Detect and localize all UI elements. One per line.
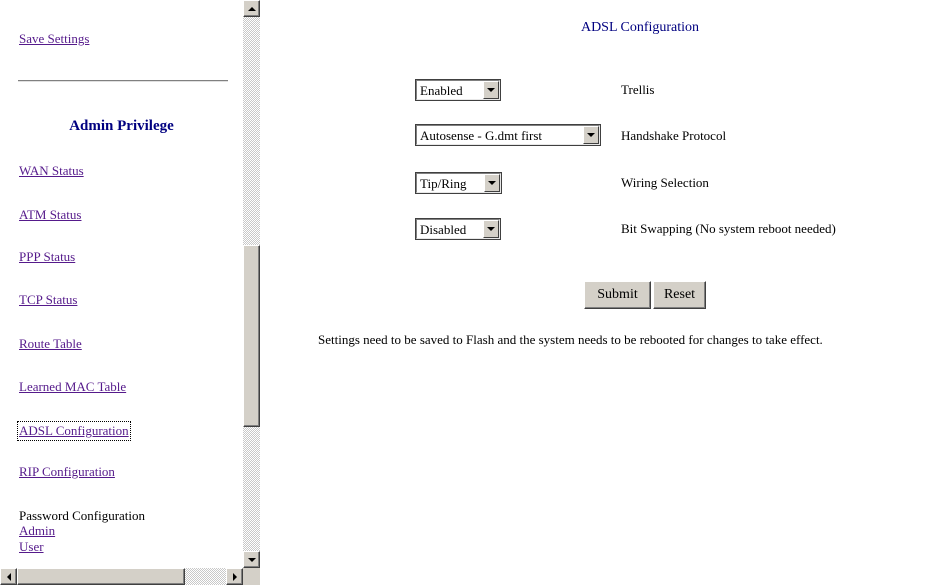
chevron-down-icon[interactable]: [484, 174, 500, 192]
password-admin-link[interactable]: Admin: [19, 523, 55, 539]
trellis-select[interactable]: Enabled: [415, 79, 501, 101]
sidebar-item-atm-status[interactable]: ATM Status: [19, 207, 81, 223]
bit-swapping-label: Bit Swapping (No system reboot needed): [621, 221, 836, 236]
sidebar-divider: [18, 80, 228, 82]
handshake-protocol-select[interactable]: Autosense - G.dmt first: [415, 124, 601, 146]
reset-button[interactable]: Reset: [653, 281, 706, 309]
scroll-down-button[interactable]: [243, 551, 260, 568]
sidebar-item-tcp-status[interactable]: TCP Status: [19, 292, 77, 308]
chevron-down-icon[interactable]: [583, 126, 599, 144]
wiring-selection-select-value: Tip/Ring: [420, 176, 467, 191]
page-title: ADSL Configuration: [580, 20, 700, 35]
admin-privilege-heading: Admin Privilege: [69, 118, 174, 134]
handshake-protocol-select-value: Autosense - G.dmt first: [420, 128, 543, 143]
handshake-protocol-label: Handshake Protocol: [621, 128, 727, 143]
wiring-selection-select[interactable]: Tip/Ring: [415, 172, 502, 194]
reboot-note: Settings need to be saved to Flash and t…: [318, 332, 823, 347]
sidebar-vertical-scrollbar[interactable]: [243, 0, 260, 568]
sidebar-item-adsl-configuration[interactable]: ADSL Configuration: [17, 421, 131, 441]
trellis-label: Trellis: [621, 82, 655, 97]
scroll-right-button[interactable]: [226, 568, 243, 585]
scroll-left-button[interactable]: [0, 568, 17, 585]
scroll-up-button[interactable]: [243, 0, 260, 17]
trellis-select-value: Enabled: [420, 83, 463, 98]
horizontal-scroll-thumb[interactable]: [17, 568, 185, 585]
scroll-right-arrow-icon: [232, 572, 237, 581]
scroll-left-arrow-icon: [6, 572, 11, 581]
sidebar-item-wan-status[interactable]: WAN Status: [19, 163, 84, 179]
chevron-down-icon[interactable]: [483, 81, 499, 99]
save-settings-link[interactable]: Save Settings: [19, 31, 89, 47]
bit-swapping-select-value: Disabled: [420, 222, 467, 237]
scroll-down-arrow-icon: [247, 557, 256, 562]
sidebar-horizontal-scrollbar[interactable]: [0, 568, 243, 585]
sidebar-item-rip-configuration[interactable]: RIP Configuration: [19, 464, 115, 480]
scroll-up-arrow-icon: [247, 6, 256, 11]
chevron-down-icon[interactable]: [483, 220, 499, 238]
vertical-scroll-thumb[interactable]: [243, 245, 260, 427]
sidebar: Save Settings Admin Privilege WAN Status…: [0, 0, 243, 585]
sidebar-item-route-table[interactable]: Route Table: [19, 336, 82, 352]
scrollbar-corner: [243, 568, 260, 585]
submit-button[interactable]: Submit: [584, 281, 651, 309]
bit-swapping-select[interactable]: Disabled: [415, 218, 501, 240]
wiring-selection-label: Wiring Selection: [621, 175, 709, 190]
password-user-link[interactable]: User: [19, 539, 44, 555]
password-configuration-label: Password Configuration: [19, 508, 146, 523]
sidebar-item-learned-mac-table[interactable]: Learned MAC Table: [19, 379, 126, 395]
sidebar-item-ppp-status[interactable]: PPP Status: [19, 249, 75, 265]
